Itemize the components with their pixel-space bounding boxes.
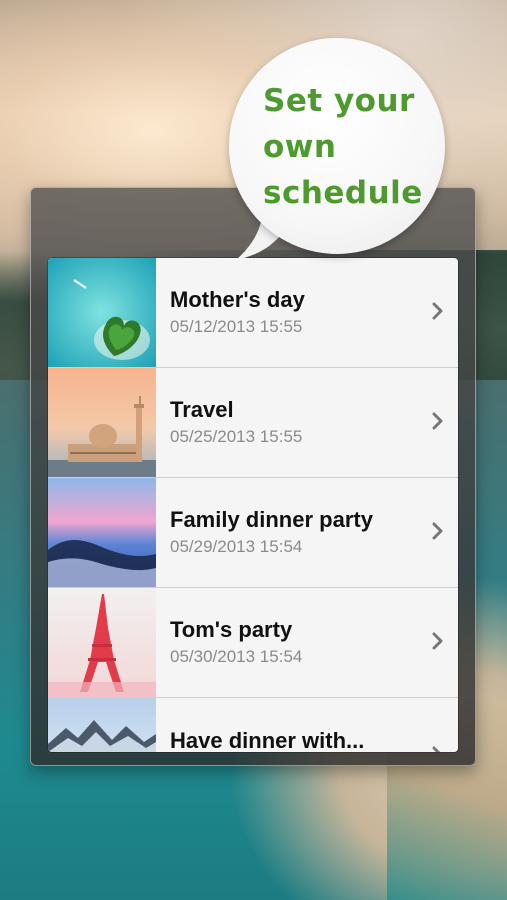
event-title: Tom's party xyxy=(170,617,293,642)
event-title: Family dinner party xyxy=(170,507,373,532)
mountains-thumbnail xyxy=(48,698,156,752)
event-date: 05/30/2013 15:54 xyxy=(170,647,303,666)
event-title: Travel xyxy=(170,397,234,422)
list-item[interactable]: Tom's party 05/30/2013 15:54 xyxy=(48,588,458,698)
island-thumbnail xyxy=(48,258,156,367)
event-date: 05/25/2013 15:55 xyxy=(170,427,303,446)
chevron-right-icon xyxy=(432,412,443,430)
bubble-line: Set your xyxy=(263,83,415,119)
list-item[interactable]: Have dinner with... xyxy=(48,698,458,752)
chevron-right-icon xyxy=(432,522,443,540)
event-date: 05/12/2013 15:55 xyxy=(170,317,303,336)
list-item[interactable]: Travel 05/25/2013 15:55 xyxy=(48,368,458,478)
event-list: Mother's day 05/12/2013 15:55 Travel 05/… xyxy=(48,258,458,752)
chevron-right-icon xyxy=(432,632,443,650)
sea-clouds-thumbnail xyxy=(48,478,156,587)
event-date: 05/29/2013 15:54 xyxy=(170,537,303,556)
speech-bubble-text: Set your own schedule xyxy=(263,78,433,216)
mosque-thumbnail xyxy=(48,368,156,477)
chevron-right-icon xyxy=(432,746,441,752)
event-title: Have dinner with... xyxy=(170,728,365,752)
event-title: Mother's day xyxy=(170,287,305,312)
list-item[interactable]: Mother's day 05/12/2013 15:55 xyxy=(48,258,458,368)
eiffel-tower-thumbnail xyxy=(48,588,156,697)
bubble-line: own xyxy=(263,129,337,165)
list-item[interactable]: Family dinner party 05/29/2013 15:54 xyxy=(48,478,458,588)
chevron-right-icon xyxy=(432,302,443,320)
bubble-line: schedule xyxy=(263,175,423,211)
